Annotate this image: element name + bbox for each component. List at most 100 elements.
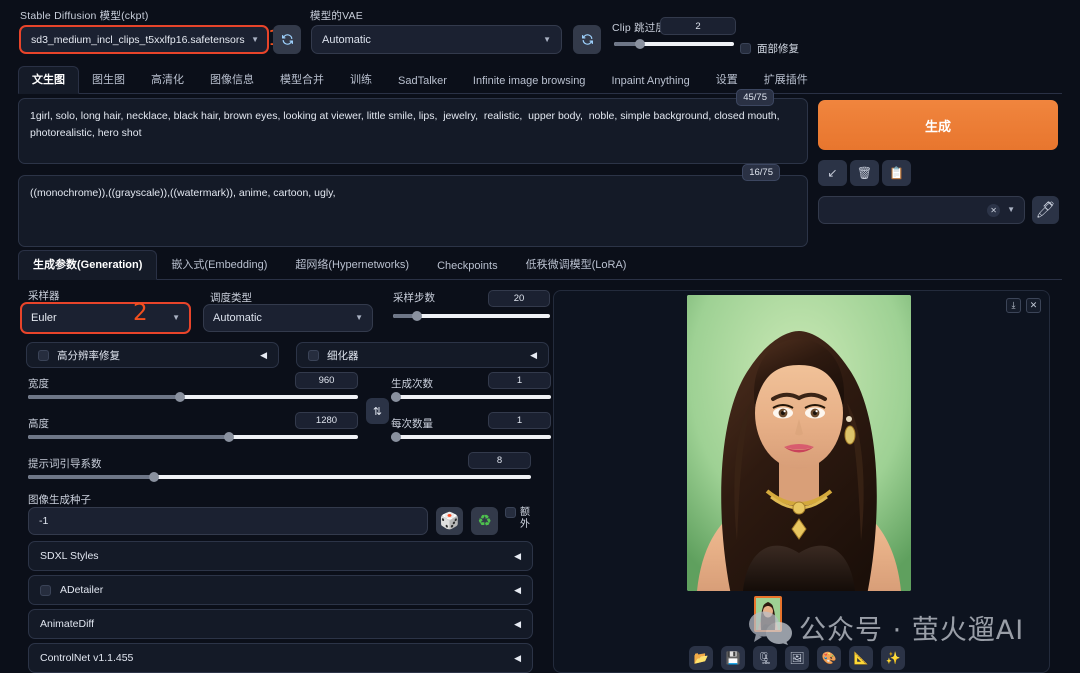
refresh-checkpoint-button[interactable]: [273, 25, 301, 54]
send-to-extras-button[interactable]: 📐: [849, 646, 873, 670]
trash-icon: 🗑: [857, 166, 872, 180]
tab-png-info[interactable]: 图像信息: [197, 67, 267, 93]
main-tab-bar: 文生图 图生图 高清化 图像信息 模型合并 训练 SadTalker Infin…: [18, 68, 1062, 94]
positive-token-counter: 45/75: [736, 89, 774, 106]
download-image-button[interactable]: ⤓: [1006, 298, 1021, 313]
steps-value[interactable]: 20: [488, 290, 550, 307]
checkbox-icon[interactable]: [40, 585, 51, 596]
height-slider[interactable]: [28, 435, 358, 439]
refiner-accordion[interactable]: 细化器 ◀: [296, 342, 549, 368]
clip-skip-slider[interactable]: [614, 42, 734, 46]
send-to-img2img-icon: 🖼: [789, 651, 804, 665]
save-image-button[interactable]: 💾: [721, 646, 745, 670]
tab-extras[interactable]: 高清化: [138, 67, 197, 93]
image-output-panel: ⤓ ✕: [553, 290, 1050, 673]
styles-dropdown[interactable]: ✕ ▼: [818, 196, 1025, 224]
width-slider[interactable]: [28, 395, 358, 399]
sampler-label: 采样器: [28, 288, 60, 303]
batch-count-value[interactable]: 1: [488, 372, 551, 389]
reuse-seed-button[interactable]: ♻: [471, 507, 498, 535]
sparkle-icon: ✨: [886, 651, 901, 665]
image-tools: ⤓ ✕: [1006, 298, 1041, 313]
tab-img2img[interactable]: 图生图: [79, 67, 138, 93]
clear-prompt-button[interactable]: 🗑: [850, 160, 879, 186]
tab-txt2img[interactable]: 文生图: [18, 66, 79, 94]
slider-knob[interactable]: [635, 39, 645, 49]
accordion-adetailer[interactable]: ADetailer ◀: [28, 575, 533, 605]
random-seed-button[interactable]: 🎲: [436, 507, 463, 535]
width-value[interactable]: 960: [295, 372, 358, 389]
batch-size-slider[interactable]: [391, 435, 551, 439]
checkbox-icon[interactable]: [38, 350, 49, 361]
slider-knob[interactable]: [412, 311, 422, 321]
ptab-hypernetworks[interactable]: 超网络(Hypernetworks): [281, 251, 423, 279]
accordion-label: ControlNet v1.1.455: [40, 652, 514, 664]
send-to-img2img-button[interactable]: 🖼: [785, 646, 809, 670]
steps-slider[interactable]: [393, 314, 550, 318]
ptab-lora[interactable]: 低秩微调模型(LoRA): [512, 251, 641, 279]
open-folder-button[interactable]: 📂: [689, 646, 713, 670]
dice-icon: 🎲: [440, 511, 460, 531]
slider-knob[interactable]: [224, 432, 234, 442]
clear-styles-icon[interactable]: ✕: [987, 204, 1000, 217]
ptab-generation[interactable]: 生成参数(Generation): [18, 250, 157, 280]
batch-size-value[interactable]: 1: [488, 412, 551, 429]
accordion-animatediff[interactable]: AnimateDiff ◀: [28, 609, 533, 639]
scheduler-value: Automatic: [213, 312, 355, 324]
cfg-slider[interactable]: [28, 475, 531, 479]
vae-dropdown[interactable]: Automatic ▼: [311, 25, 562, 54]
read-generation-params-button[interactable]: ↙: [818, 160, 847, 186]
close-image-button[interactable]: ✕: [1026, 298, 1041, 313]
ptab-embedding[interactable]: 嵌入式(Embedding): [157, 251, 281, 279]
thumbnail-preview: [756, 598, 780, 630]
sampler-value: Euler: [31, 312, 172, 324]
tab-sadtalker[interactable]: SadTalker: [385, 71, 460, 93]
steps-label: 采样步数: [393, 290, 435, 305]
clip-skip-label: Clip 跳过层: [612, 20, 666, 35]
image-thumbnail-strip: [754, 596, 782, 632]
slider-knob[interactable]: [149, 472, 159, 482]
save-icon: 💾: [726, 651, 741, 665]
tab-inpaint-anything[interactable]: Inpaint Anything: [598, 71, 702, 93]
scheduler-dropdown[interactable]: Automatic ▼: [203, 304, 373, 332]
generate-button[interactable]: 生成: [818, 100, 1058, 150]
tab-train[interactable]: 训练: [337, 67, 385, 93]
cfg-value[interactable]: 8: [468, 452, 531, 469]
edit-styles-button[interactable]: 🖊: [1032, 196, 1059, 224]
accordion-sdxl-styles[interactable]: SDXL Styles ◀: [28, 541, 533, 571]
checkpoint-dropdown[interactable]: sd3_medium_incl_clips_t5xxlfp16.safetens…: [19, 25, 269, 54]
checkbox-icon[interactable]: [308, 350, 319, 361]
checkbox-icon[interactable]: [740, 43, 751, 54]
extra-seed-toggle[interactable]: 额外: [505, 507, 533, 531]
save-zip-button[interactable]: 🗜: [753, 646, 777, 670]
width-control: 宽度 960: [28, 376, 358, 391]
face-restore-toggle[interactable]: 面部修复: [740, 41, 799, 56]
upscale-button[interactable]: ✨: [881, 646, 905, 670]
chevron-down-icon: ▼: [251, 36, 259, 44]
sampler-dropdown[interactable]: Euler ▼: [20, 302, 191, 334]
seed-input[interactable]: -1: [28, 507, 428, 535]
swap-dimensions-button[interactable]: ⇅: [366, 398, 389, 424]
batch-count-slider[interactable]: [391, 395, 551, 399]
tab-infinite-image-browsing[interactable]: Infinite image browsing: [460, 71, 599, 93]
ptab-checkpoints[interactable]: Checkpoints: [423, 255, 512, 279]
send-to-inpaint-button[interactable]: 🎨: [817, 646, 841, 670]
slider-knob[interactable]: [175, 392, 185, 402]
positive-prompt-input[interactable]: [18, 98, 808, 164]
paste-styles-button[interactable]: 📋: [882, 160, 911, 186]
negative-prompt-input[interactable]: [18, 175, 808, 247]
hires-fix-accordion[interactable]: 高分辨率修复 ◀: [26, 342, 279, 368]
hires-fix-label: 高分辨率修复: [57, 348, 260, 363]
slider-knob[interactable]: [391, 392, 401, 402]
checkbox-icon[interactable]: [505, 507, 516, 518]
close-icon: ✕: [1030, 300, 1038, 311]
slider-knob[interactable]: [391, 432, 401, 442]
refresh-vae-button[interactable]: [573, 25, 601, 54]
image-thumbnail[interactable]: [754, 596, 782, 632]
accordion-controlnet[interactable]: ControlNet v1.1.455 ◀: [28, 643, 533, 673]
batch-count-control: 生成次数 1: [391, 376, 551, 391]
tab-checkpoint-merger[interactable]: 模型合并: [267, 67, 337, 93]
generated-image[interactable]: [687, 295, 911, 591]
height-value[interactable]: 1280: [295, 412, 358, 429]
clip-skip-value[interactable]: 2: [660, 17, 736, 35]
